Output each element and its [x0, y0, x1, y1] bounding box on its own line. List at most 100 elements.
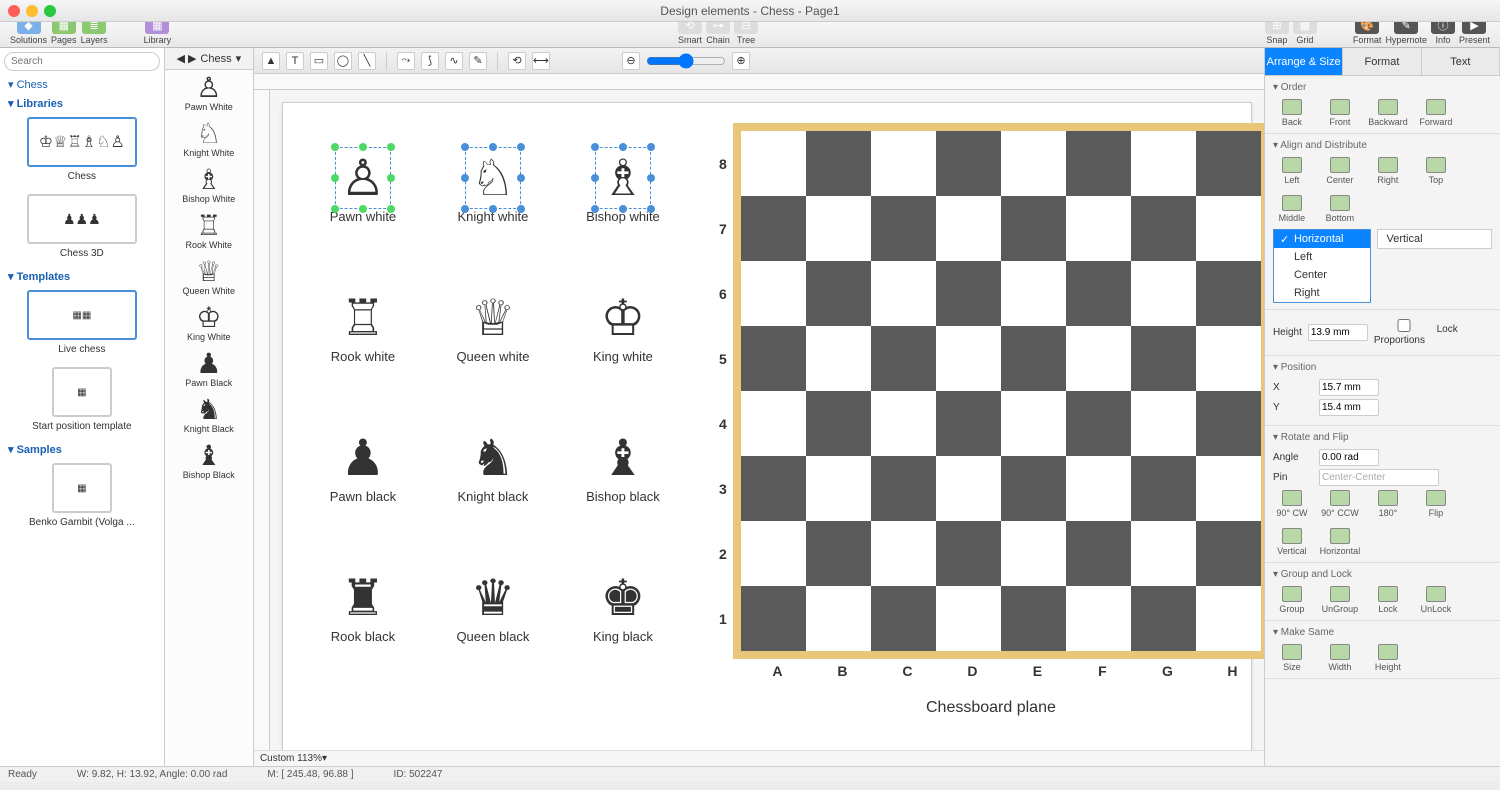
minimize-icon[interactable]	[26, 5, 38, 17]
square[interactable]	[936, 456, 1001, 521]
page[interactable]: ♙Pawn white♘Knight white♗Bishop white ♖Ro…	[282, 102, 1252, 750]
square[interactable]	[936, 131, 1001, 196]
piece-pawn-black[interactable]: ♟Pawn black	[303, 403, 423, 533]
page-viewport[interactable]: ♙Pawn white♘Knight white♗Bishop white ♖Ro…	[270, 90, 1264, 750]
rotate-90-cw[interactable]: 90° CW	[1273, 490, 1311, 518]
square[interactable]	[1196, 196, 1261, 261]
shape-item[interactable]: ♔King White	[165, 300, 253, 346]
group-ungroup[interactable]: UnGroup	[1321, 586, 1359, 614]
close-icon[interactable]	[8, 5, 20, 17]
align-right[interactable]: Right	[1369, 157, 1407, 185]
piece-knight-black[interactable]: ♞Knight black	[433, 403, 553, 533]
square[interactable]	[806, 131, 871, 196]
group-section[interactable]: Group and Lock	[1273, 569, 1492, 580]
y-field[interactable]	[1319, 399, 1379, 416]
arc-tool[interactable]: ⟆	[421, 52, 439, 70]
square[interactable]	[1001, 196, 1066, 261]
square[interactable]	[871, 586, 936, 651]
spline-tool[interactable]: ∿	[445, 52, 463, 70]
zoom-indicator[interactable]: Custom 113% ▾	[254, 750, 1264, 766]
square[interactable]	[1131, 456, 1196, 521]
square[interactable]	[1131, 586, 1196, 651]
shape-item[interactable]: ♟Pawn Black	[165, 346, 253, 392]
piece-knight-white[interactable]: ♘Knight white	[433, 123, 553, 253]
piece-bishop-white[interactable]: ♗Bishop white	[563, 123, 683, 253]
shape-panel-header[interactable]: ◀ ▶ Chess ▾	[165, 48, 253, 70]
square[interactable]	[1196, 131, 1261, 196]
square[interactable]	[936, 261, 1001, 326]
rotate-vertical[interactable]: Vertical	[1273, 528, 1311, 556]
square[interactable]	[741, 586, 806, 651]
piece-rook-white[interactable]: ♖Rook white	[303, 263, 423, 393]
group-group[interactable]: Group	[1273, 586, 1311, 614]
text-tool[interactable]: T	[286, 52, 304, 70]
samples-section[interactable]: Samples	[0, 440, 164, 459]
square[interactable]	[1131, 521, 1196, 586]
piece-king-black[interactable]: ♚King black	[563, 543, 683, 673]
square[interactable]	[806, 456, 871, 521]
pen-tool[interactable]: ✎	[469, 52, 487, 70]
rect-tool[interactable]: ▭	[310, 52, 328, 70]
align-middle[interactable]: Middle	[1273, 195, 1311, 223]
rotate-flip[interactable]: Flip	[1417, 490, 1455, 518]
square[interactable]	[936, 391, 1001, 456]
tab-text[interactable]: Text	[1422, 48, 1500, 75]
square[interactable]	[1066, 131, 1131, 196]
ellipse-tool[interactable]: ◯	[334, 52, 352, 70]
piece-bishop-black[interactable]: ♝Bishop black	[563, 403, 683, 533]
square[interactable]	[936, 196, 1001, 261]
square[interactable]	[741, 456, 806, 521]
rotate-section[interactable]: Rotate and Flip	[1273, 432, 1492, 443]
measure-tool[interactable]: ⟷	[532, 52, 550, 70]
position-section[interactable]: Position	[1273, 362, 1492, 373]
square[interactable]	[806, 586, 871, 651]
group-lock[interactable]: Lock	[1369, 586, 1407, 614]
rotate-tool[interactable]: ⟲	[508, 52, 526, 70]
align-section[interactable]: Align and Distribute	[1273, 140, 1492, 151]
square[interactable]	[1131, 196, 1196, 261]
shape-item[interactable]: ♖Rook White	[165, 208, 253, 254]
chessboard[interactable]: 87654321 ABCDEFGH Chessboard plane	[713, 123, 1264, 717]
start-pos-thumb[interactable]: ▦	[52, 367, 112, 417]
order-front[interactable]: Front	[1321, 99, 1359, 127]
square[interactable]	[1196, 456, 1261, 521]
search-input[interactable]	[4, 52, 160, 71]
square[interactable]	[1066, 326, 1131, 391]
align-center[interactable]: Center	[1321, 157, 1359, 185]
live-chess-thumb[interactable]: ▦▦	[27, 290, 137, 340]
zoom-out-icon[interactable]: ⊖	[622, 52, 640, 70]
pointer-tool[interactable]: ▲	[262, 52, 280, 70]
square[interactable]	[871, 326, 936, 391]
square[interactable]	[1066, 586, 1131, 651]
square[interactable]	[1001, 521, 1066, 586]
square[interactable]	[1196, 521, 1261, 586]
piece-pawn-white[interactable]: ♙Pawn white	[303, 123, 423, 253]
same-width[interactable]: Width	[1321, 644, 1359, 672]
square[interactable]	[1196, 391, 1261, 456]
piece-king-white[interactable]: ♔King white	[563, 263, 683, 393]
square[interactable]	[1066, 456, 1131, 521]
piece-queen-white[interactable]: ♕Queen white	[433, 263, 553, 393]
square[interactable]	[1001, 326, 1066, 391]
distribute-h-dropdown[interactable]: Horizontal Left Center Right	[1273, 229, 1372, 303]
square[interactable]	[1131, 391, 1196, 456]
square[interactable]	[871, 131, 936, 196]
shape-item[interactable]: ♗Bishop White	[165, 162, 253, 208]
order-backward[interactable]: Backward	[1369, 99, 1407, 127]
align-bottom[interactable]: Bottom	[1321, 195, 1359, 223]
libraries-section[interactable]: Libraries	[0, 94, 164, 113]
square[interactable]	[936, 586, 1001, 651]
order-section[interactable]: Order	[1273, 82, 1492, 93]
square[interactable]	[1196, 261, 1261, 326]
group-unlock[interactable]: UnLock	[1417, 586, 1455, 614]
square[interactable]	[741, 131, 806, 196]
square[interactable]	[1131, 131, 1196, 196]
zoom-icon[interactable]	[44, 5, 56, 17]
rotate-90-ccw[interactable]: 90° CCW	[1321, 490, 1359, 518]
order-forward[interactable]: Forward	[1417, 99, 1455, 127]
square[interactable]	[1196, 586, 1261, 651]
x-field[interactable]	[1319, 379, 1379, 396]
order-back[interactable]: Back	[1273, 99, 1311, 127]
square[interactable]	[871, 196, 936, 261]
square[interactable]	[1131, 326, 1196, 391]
